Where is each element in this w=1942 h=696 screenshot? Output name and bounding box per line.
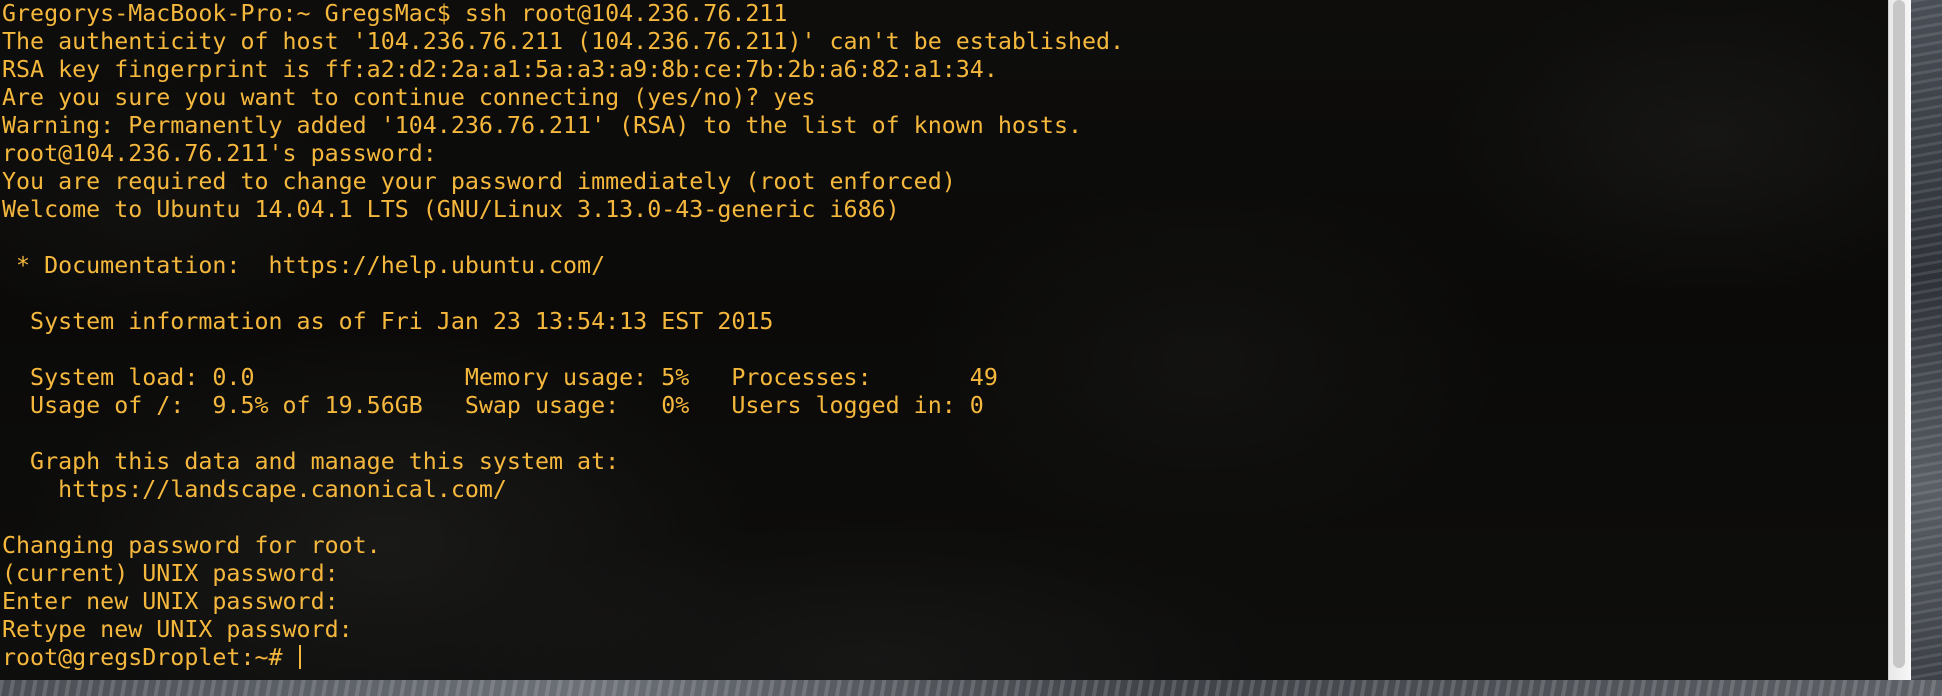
terminal-line: root@104.236.76.211's password: [2,140,437,167]
terminal-line: Warning: Permanently added '104.236.76.2… [2,112,1082,139]
scrollbar-thumb[interactable] [1893,0,1905,668]
terminal-line: https://landscape.canonical.com/ [2,476,507,503]
terminal-line: (current) UNIX password: [2,560,339,587]
terminal-line: RSA key fingerprint is ff:a2:d2:2a:a1:5a… [2,56,998,83]
terminal-line: Graph this data and manage this system a… [2,448,620,475]
terminal-line: Retype new UNIX password: [2,616,353,643]
prompt-line[interactable]: root@gregsDroplet:~# [2,644,1888,672]
terminal-line: Are you sure you want to continue connec… [2,84,816,111]
terminal-line: * Documentation: https://help.ubuntu.com… [2,252,606,279]
terminal-pane[interactable]: Gregorys-MacBook-Pro:~ GregsMac$ ssh roo… [0,0,1888,680]
terminal-line: Gregorys-MacBook-Pro:~ GregsMac$ ssh roo… [2,0,788,27]
desktop-background-bottom [0,680,1942,696]
terminal-line: System information as of Fri Jan 23 13:5… [2,308,774,335]
terminal-line: You are required to change your password… [2,168,956,195]
text-cursor [298,645,301,669]
terminal-line: Usage of /: 9.5% of 19.56GB Swap usage: … [2,392,984,419]
terminal-line: Enter new UNIX password: [2,588,339,615]
terminal-line: Changing password for root. [2,532,381,559]
desktop-background-right [1911,0,1942,696]
shell-prompt: root@gregsDroplet:~# [2,644,297,671]
terminal-window: Gregorys-MacBook-Pro:~ GregsMac$ ssh roo… [0,0,1942,696]
terminal-line: The authenticity of host '104.236.76.211… [2,28,1125,55]
terminal-output: Gregorys-MacBook-Pro:~ GregsMac$ ssh roo… [0,0,1888,672]
terminal-line: System load: 0.0 Memory usage: 5% Proces… [2,364,998,391]
terminal-line: Welcome to Ubuntu 14.04.1 LTS (GNU/Linux… [2,196,900,223]
